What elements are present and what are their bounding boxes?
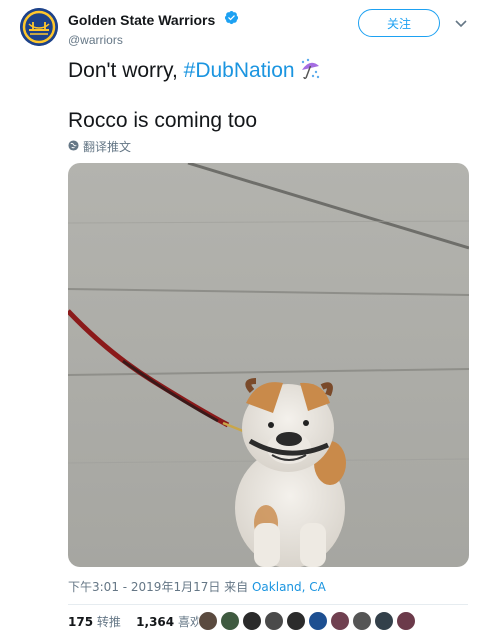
- liker-avatar[interactable]: [308, 611, 328, 631]
- location-link[interactable]: Oakland, CA: [252, 580, 326, 594]
- liker-avatar[interactable]: [220, 611, 240, 631]
- umbrella-rain-emoji-icon: [299, 58, 321, 86]
- liker-avatar[interactable]: [242, 611, 262, 631]
- hashtag-link[interactable]: #DubNation: [184, 59, 295, 82]
- retweets-count: 175: [68, 615, 94, 629]
- follow-button[interactable]: 关注: [358, 9, 440, 37]
- liker-avatar[interactable]: [264, 611, 284, 631]
- globe-icon: [68, 139, 79, 154]
- author-handle[interactable]: @warriors: [68, 33, 239, 47]
- liker-avatars: [198, 611, 416, 631]
- translate-label: 翻译推文: [83, 140, 132, 154]
- tweet-stats: 175 转推 1,364 喜欢: [68, 613, 202, 630]
- avatar[interactable]: [20, 8, 58, 46]
- tweet-photo[interactable]: [68, 163, 469, 567]
- tweet-text-line2: Rocco is coming too: [68, 109, 258, 132]
- liker-avatar[interactable]: [286, 611, 306, 631]
- divider: [68, 604, 468, 605]
- liker-avatar[interactable]: [374, 611, 394, 631]
- author-block[interactable]: Golden State Warriors @warriors: [68, 10, 239, 47]
- liker-avatar[interactable]: [352, 611, 372, 631]
- bulldog-photo: [68, 163, 469, 567]
- retweets-stat[interactable]: 175 转推: [68, 615, 121, 629]
- liker-avatar[interactable]: [396, 611, 416, 631]
- likes-stat[interactable]: 1,364 喜欢: [136, 615, 202, 629]
- likes-count: 1,364: [136, 615, 175, 629]
- tweet-meta: 下午3:01 - 2019年1月17日 来自 Oakland, CA: [68, 578, 326, 595]
- tweet-text-line1: Don't worry, #DubNation: [68, 58, 321, 86]
- liker-avatar[interactable]: [198, 611, 218, 631]
- verified-badge-icon: [224, 10, 239, 30]
- tweet-text-prefix: Don't worry,: [68, 59, 184, 82]
- retweets-label: 转推: [96, 615, 121, 629]
- author-name[interactable]: Golden State Warriors: [68, 12, 215, 28]
- tweet-timestamp[interactable]: 下午3:01 - 2019年1月17日 来自: [68, 580, 252, 594]
- translate-tweet-link[interactable]: 翻译推文: [68, 138, 131, 155]
- warriors-logo-icon: [20, 8, 58, 46]
- liker-avatar[interactable]: [330, 611, 350, 631]
- chevron-down-icon[interactable]: [454, 17, 468, 31]
